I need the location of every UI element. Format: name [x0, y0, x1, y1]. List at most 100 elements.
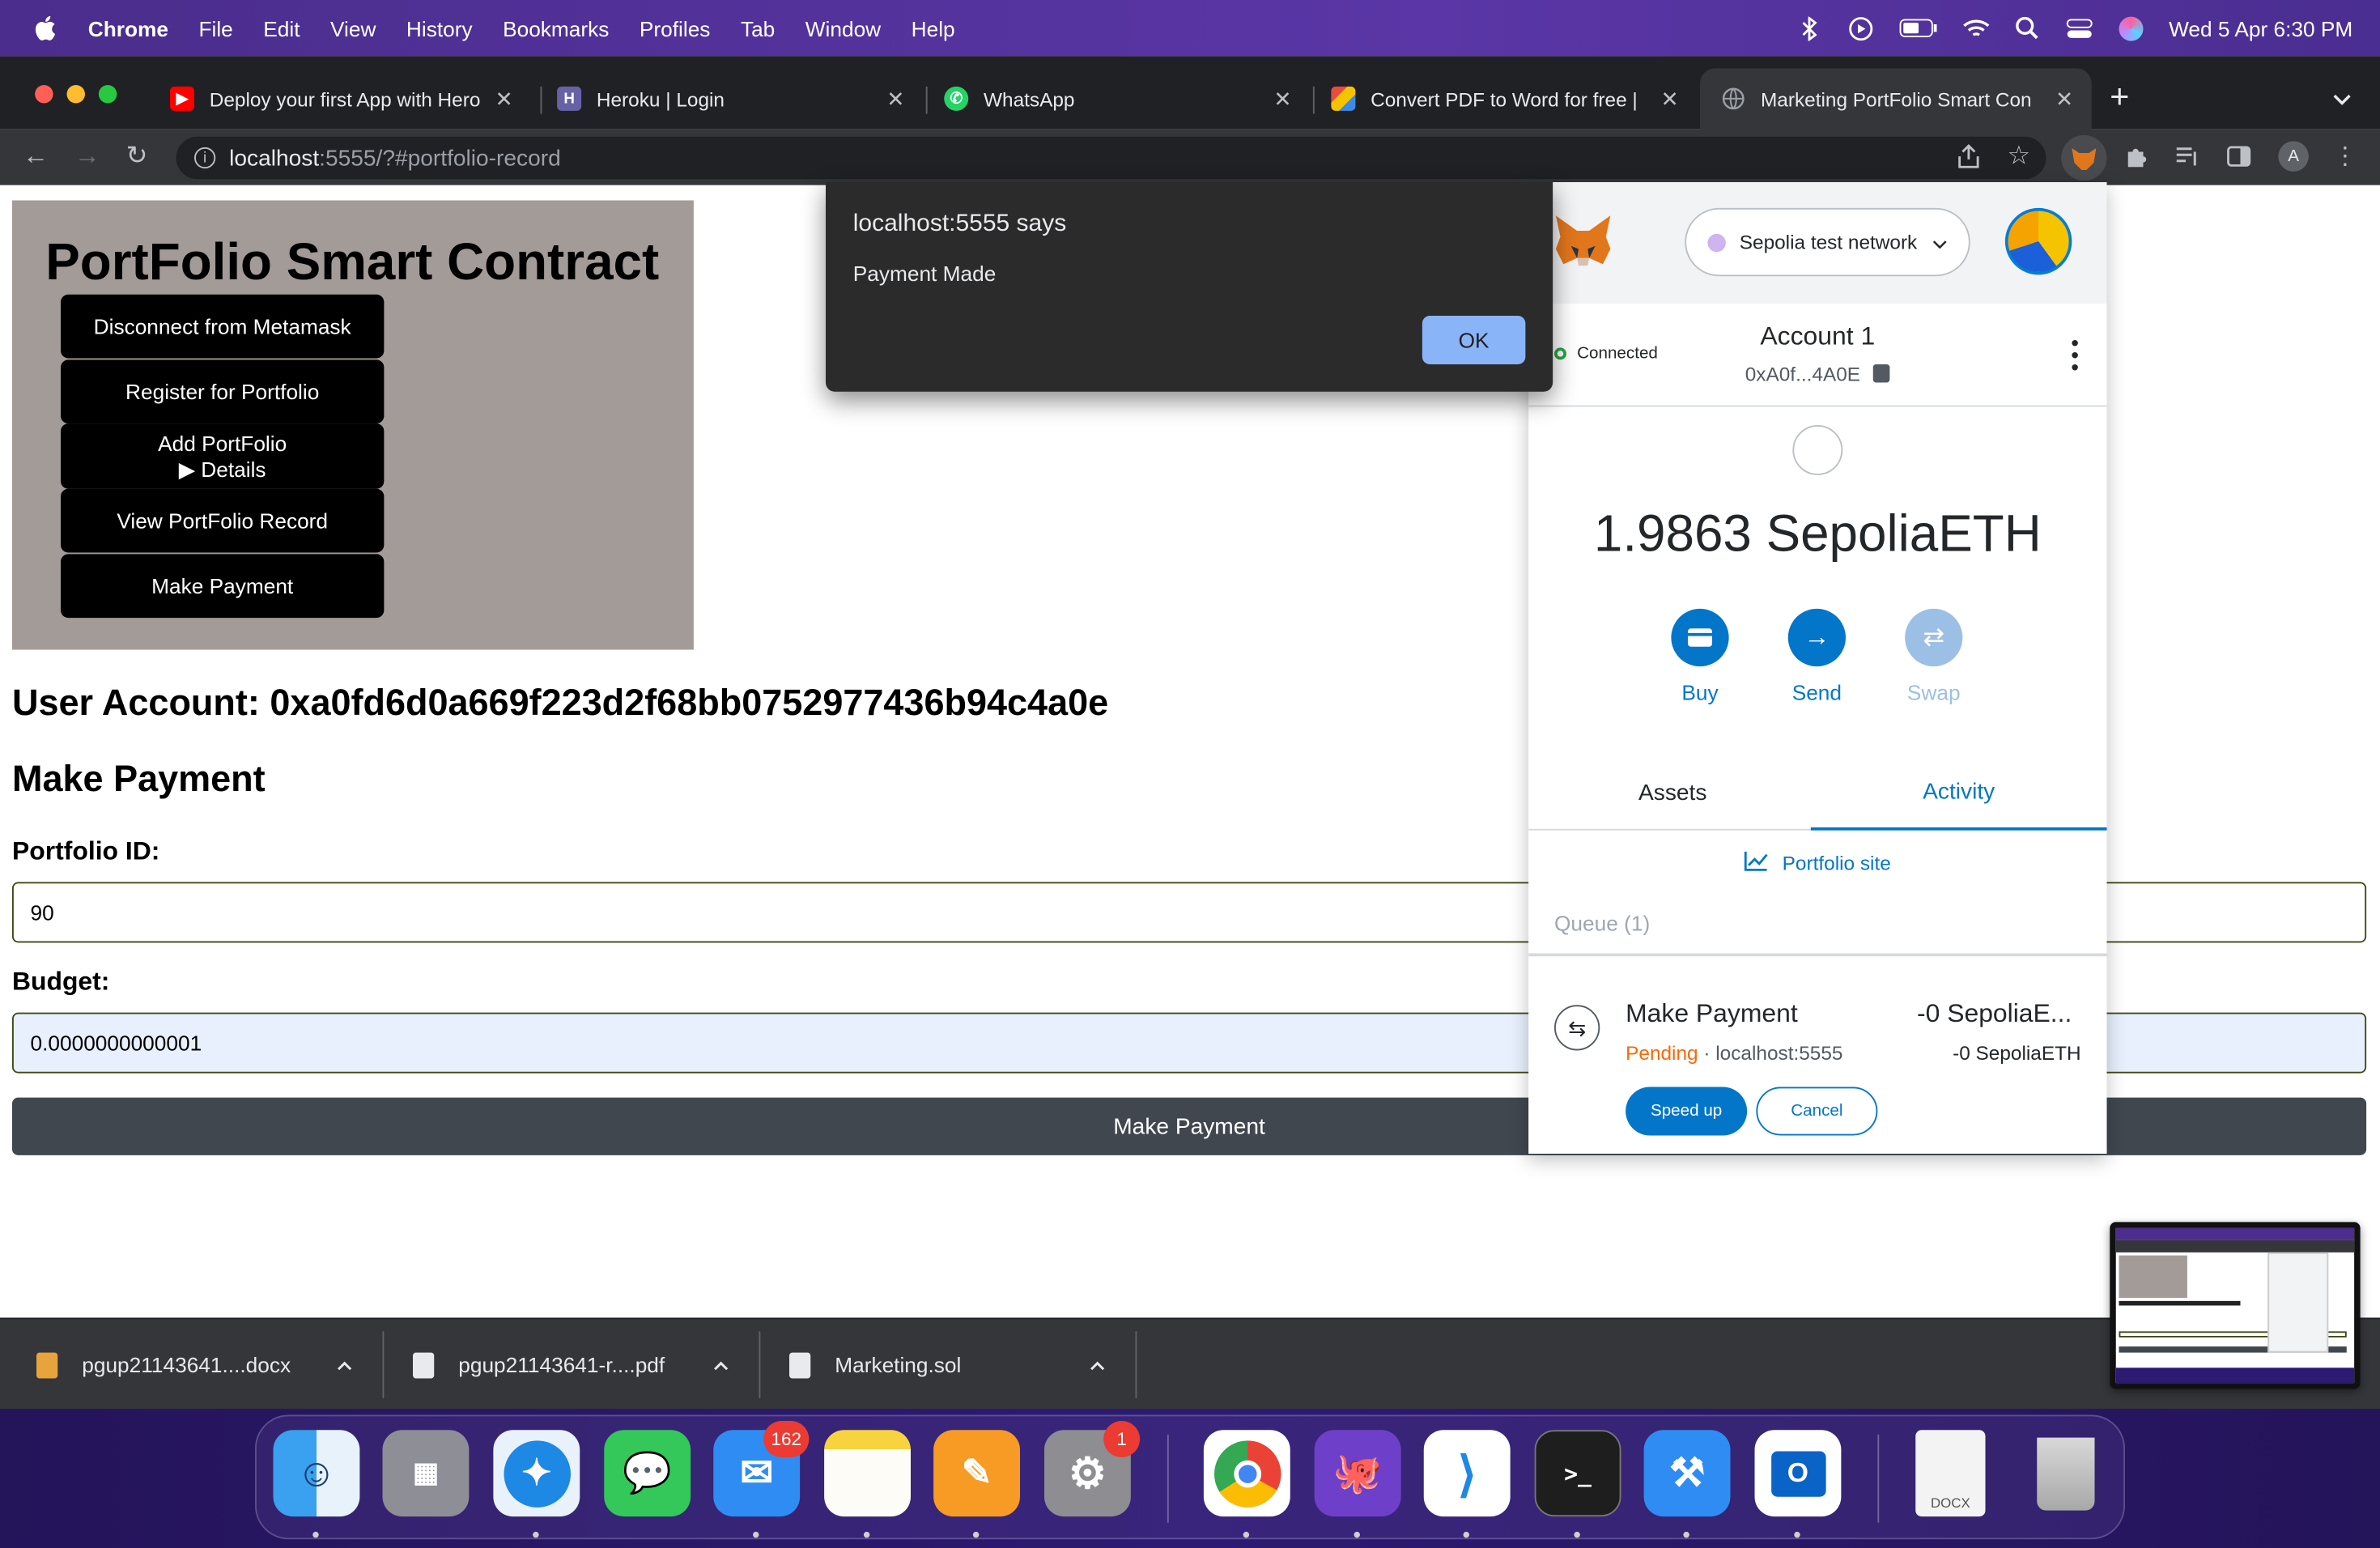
apple-logo-icon[interactable]: [31, 15, 58, 42]
network-selector[interactable]: Sepolia test network: [1685, 207, 1970, 277]
wifi-icon[interactable]: [1962, 15, 1990, 42]
menu-file[interactable]: File: [198, 16, 232, 40]
tab-activity[interactable]: Activity: [1810, 756, 2107, 831]
tab-search-chevron-icon[interactable]: [2333, 87, 2352, 114]
bluetooth-icon[interactable]: [1796, 15, 1823, 42]
xcode-icon[interactable]: ⚒: [1643, 1430, 1731, 1517]
outlook-icon[interactable]: O: [1754, 1430, 1842, 1517]
chevron-up-icon[interactable]: [1090, 1353, 1105, 1376]
clock[interactable]: Wed 5 Apr 6:30 PM: [2169, 16, 2352, 40]
menu-history[interactable]: History: [406, 16, 473, 40]
tab-heroku-login[interactable]: H Heroku | Login ✕: [536, 68, 923, 129]
terminal-icon[interactable]: >_: [1534, 1430, 1621, 1517]
chevron-up-icon[interactable]: [337, 1353, 352, 1376]
account-name[interactable]: Account 1: [1528, 322, 2106, 353]
back-icon[interactable]: ←: [23, 141, 49, 172]
details-disclosure[interactable]: ▶ Details: [179, 456, 266, 482]
macos-dock: ☺ ▦ ✦ 💬 ✉ 162 ✎ ⚙ 1 🐙 ⟩ >_ ⚒ O DOCX: [255, 1414, 2125, 1540]
site-info-icon[interactable]: i: [194, 147, 216, 169]
profile-avatar[interactable]: A: [2278, 141, 2309, 172]
tab-assets[interactable]: Assets: [1528, 756, 1817, 831]
safari-icon[interactable]: ✦: [493, 1430, 580, 1517]
account-avatar[interactable]: [2004, 207, 2072, 275]
tab-whatsapp[interactable]: ✆ WhatsApp ✕: [923, 68, 1310, 129]
battery-icon[interactable]: [1898, 15, 1938, 42]
bookmark-star-icon[interactable]: ☆: [2005, 141, 2033, 170]
disconnect-metamask-button[interactable]: Disconnect from Metamask: [61, 294, 385, 359]
close-tab-icon[interactable]: ✕: [492, 86, 516, 112]
minimize-window-button[interactable]: [66, 85, 85, 104]
alert-ok-button[interactable]: OK: [1422, 316, 1526, 364]
page-title: PortFolio Smart Contract: [45, 233, 660, 291]
downloads-bar: pgup21143641....docx pgup21143641-r....p…: [0, 1317, 2380, 1410]
make-payment-nav-button[interactable]: Make Payment: [61, 554, 385, 619]
tab-marketing-portfolio[interactable]: Marketing PortFolio Smart Con ✕: [1700, 68, 2092, 130]
metamask-extension-button[interactable]: [2061, 134, 2107, 181]
send-button[interactable]: → Send: [1771, 608, 1863, 704]
siri-icon[interactable]: [2117, 15, 2144, 42]
control-center-icon[interactable]: [2066, 15, 2093, 42]
swap-button[interactable]: ⇄ Swap: [1889, 608, 1980, 704]
zoom-window-button[interactable]: [98, 85, 117, 104]
speed-up-button[interactable]: Speed up: [1626, 1087, 1748, 1136]
download-item-docx[interactable]: pgup21143641....docx: [36, 1319, 371, 1410]
chrome-icon[interactable]: [1203, 1430, 1290, 1517]
close-tab-icon[interactable]: ✕: [2052, 86, 2076, 112]
github-desktop-icon[interactable]: 🐙: [1314, 1430, 1401, 1517]
mail-icon[interactable]: ✉ 162: [713, 1421, 810, 1517]
tab-convert-pdf[interactable]: Convert PDF to Word for free | ✕: [1310, 68, 1697, 129]
close-window-button[interactable]: [35, 85, 53, 104]
menu-window[interactable]: Window: [805, 16, 881, 40]
portfolio-site-link[interactable]: Portfolio site: [1528, 850, 2106, 876]
transaction-item[interactable]: ⇆ Make Payment -0 SepoliaE... Pending · …: [1528, 953, 2107, 1155]
reading-list-icon[interactable]: [2174, 142, 2201, 170]
menu-edit[interactable]: Edit: [263, 16, 300, 40]
pages-icon[interactable]: ✎: [933, 1430, 1020, 1517]
finder-icon[interactable]: ☺: [273, 1430, 360, 1517]
reload-icon[interactable]: ↻: [126, 141, 148, 172]
cancel-button[interactable]: Cancel: [1756, 1087, 1878, 1136]
new-tab-icon[interactable]: +: [2110, 78, 2129, 117]
spotlight-search-icon[interactable]: [2014, 15, 2042, 42]
menu-view[interactable]: View: [330, 16, 376, 40]
side-panel-icon[interactable]: [2225, 142, 2253, 170]
mail-badge: 162: [763, 1421, 810, 1457]
menu-help[interactable]: Help: [912, 16, 955, 40]
notes-icon[interactable]: [824, 1430, 911, 1517]
download-item-pdf[interactable]: pgup21143641-r....pdf: [413, 1319, 747, 1410]
now-playing-icon[interactable]: [1847, 15, 1875, 42]
copy-icon[interactable]: [1873, 364, 1890, 383]
view-portfolio-record-button[interactable]: View PortFolio Record: [61, 488, 385, 553]
close-tab-icon[interactable]: ✕: [1270, 86, 1294, 112]
register-portfolio-button[interactable]: Register for Portfolio: [61, 359, 385, 424]
share-icon[interactable]: [1955, 142, 1983, 170]
metamask-fox-icon: [1553, 213, 1613, 270]
trash-icon[interactable]: [2022, 1430, 2109, 1516]
launchpad-icon[interactable]: ▦: [382, 1430, 470, 1517]
screenshot-thumbnail[interactable]: [2110, 1222, 2361, 1389]
system-settings-icon[interactable]: ⚙ 1: [1044, 1421, 1141, 1517]
budget-label: Budget:: [12, 967, 110, 996]
account-options-icon[interactable]: [2068, 340, 2083, 371]
menu-profiles[interactable]: Profiles: [640, 16, 711, 40]
download-item-sol[interactable]: Marketing.sol: [789, 1319, 1124, 1410]
chevron-up-icon[interactable]: [713, 1353, 729, 1376]
forward-icon[interactable]: →: [74, 141, 100, 172]
menu-tab[interactable]: Tab: [741, 16, 775, 40]
vscode-icon[interactable]: ⟩: [1423, 1430, 1511, 1517]
menu-bookmarks[interactable]: Bookmarks: [503, 16, 609, 40]
tab-deploy-app[interactable]: ▶ Deploy your first App with Hero ✕: [149, 68, 532, 129]
macos-menubar: Chrome File Edit View History Bookmarks …: [0, 0, 2380, 57]
buy-button[interactable]: Buy: [1655, 608, 1746, 704]
messages-icon[interactable]: 💬: [604, 1430, 691, 1517]
docx-document-icon[interactable]: DOCX: [1915, 1430, 1986, 1517]
account-address[interactable]: 0xA0f...4A0E: [1528, 363, 2106, 385]
browser-tab-strip: ▶ Deploy your first App with Hero ✕ H He…: [0, 56, 2380, 130]
close-tab-icon[interactable]: ✕: [1658, 86, 1682, 112]
address-bar[interactable]: i localhost :5555/?#portfolio-record: [176, 136, 2046, 180]
extensions-puzzle-icon[interactable]: [2123, 142, 2151, 170]
chrome-menu-icon[interactable]: ⋮: [2331, 142, 2359, 170]
close-tab-icon[interactable]: ✕: [883, 86, 907, 112]
add-portfolio-button[interactable]: Add PortFolio ▶ Details: [61, 423, 385, 489]
menu-app-name[interactable]: Chrome: [88, 16, 168, 40]
